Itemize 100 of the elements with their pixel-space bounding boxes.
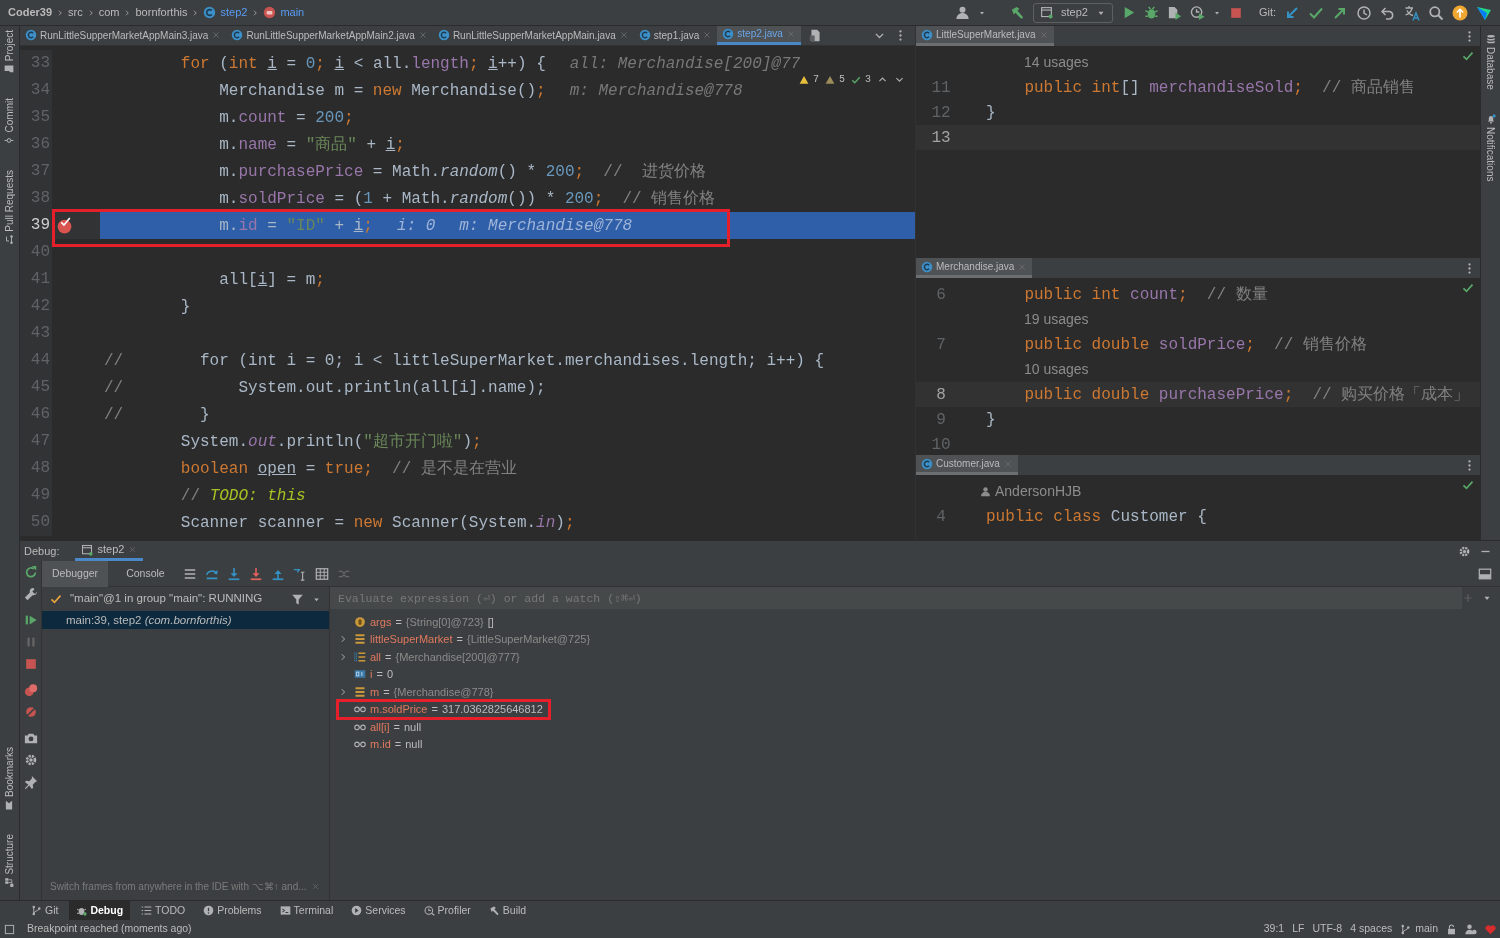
terminal-icon (279, 905, 291, 916)
camera-icon[interactable] (23, 731, 38, 745)
breadcrumb-link[interactable]: com (98, 4, 120, 21)
heart-icon[interactable] (1485, 923, 1496, 935)
breadcrumb-link[interactable]: step2 (220, 4, 248, 21)
tab[interactable]: Console (116, 560, 175, 587)
user-icon[interactable] (954, 5, 970, 20)
step-into-icon[interactable] (226, 566, 241, 581)
inspection-count[interactable]: 5 (824, 72, 845, 87)
menu-icon[interactable] (182, 566, 197, 581)
tool-window-tab[interactable]: Structure (2, 834, 17, 888)
breadcrumb-link[interactable]: Coder39 (8, 4, 53, 21)
tool-window-label: Database (1484, 47, 1497, 90)
update-icon[interactable] (1452, 4, 1468, 21)
variable-row[interactable]: m.soldPrice = 317.0362825646812 (338, 700, 549, 718)
tool-window-button[interactable]: Services (344, 901, 413, 920)
table-icon[interactable] (314, 566, 329, 581)
breakpoints-icon[interactable] (23, 683, 38, 697)
code-text: m.soldPrice = (1 + Math.random()) * 200; // 销售价格 (218, 188, 716, 210)
editor-tab[interactable]: LittleSuperMarket.java (916, 26, 1054, 46)
expand-icon[interactable] (338, 686, 348, 697)
branch-widget[interactable]: main (1400, 921, 1438, 937)
breadcrumb-link[interactable]: main (280, 4, 305, 21)
build-icon[interactable] (1009, 5, 1025, 20)
app-icon[interactable] (1476, 4, 1492, 21)
tab[interactable]: Debugger (42, 560, 109, 587)
resume-icon[interactable] (23, 613, 38, 627)
status-item[interactable]: UTF-8 (1312, 921, 1343, 937)
variable-row[interactable]: i = 0 (338, 665, 399, 683)
tool-window-button[interactable]: Debug (69, 901, 131, 920)
stack-frame[interactable]: main:39, step2 (com.bornforthis) (42, 611, 329, 629)
file-icon[interactable] (808, 29, 822, 42)
line-number: 9 (935, 409, 947, 431)
tool-window-tab[interactable]: Notifications (1483, 113, 1498, 182)
editor-tab[interactable]: RunLittleSupperMarketAppMain.java (432, 26, 634, 45)
pull-request-icon (4, 234, 15, 245)
tool-window-button[interactable]: Problems (196, 901, 269, 920)
usages-hint[interactable]: 19 usages (986, 309, 1089, 330)
variable-row[interactable]: all[i] = null (338, 718, 428, 736)
tool-window-button[interactable]: Profiler (416, 901, 478, 920)
commit-icon (4, 135, 15, 146)
usages-hint[interactable]: 14 usages (986, 52, 1089, 73)
status-item[interactable]: 39:1 (1263, 921, 1285, 937)
breadcrumb-link[interactable]: src (68, 4, 83, 21)
tool-window-tab[interactable]: Commit (2, 98, 17, 146)
variable-row[interactable]: m.id = null (338, 735, 429, 753)
variable-row[interactable]: m = {Merchandise@778} (338, 683, 500, 701)
editor-tab[interactable]: step2.java (717, 26, 801, 45)
tool-window-tab[interactable]: Bookmarks (2, 747, 17, 811)
tool-window-tab[interactable]: Project (2, 30, 17, 75)
tool-window-button[interactable]: Build (481, 901, 534, 920)
editor-tab[interactable]: Merchandise.java (916, 258, 1033, 278)
expand-icon[interactable] (338, 651, 348, 662)
breadcrumb-link[interactable]: bornforthis (135, 4, 188, 21)
coverage-icon[interactable] (1166, 5, 1182, 20)
inspection-count[interactable]: 7 (798, 72, 819, 87)
thread-dropdown[interactable]: "main"@1 in group "main": RUNNING (70, 590, 263, 608)
tool-window-button[interactable]: Git (24, 901, 66, 920)
update-project-icon[interactable] (1284, 4, 1300, 21)
wrench-icon[interactable] (23, 587, 38, 601)
code-text: public int[] merchandiseSold; // 商品销售 (1023, 77, 1415, 99)
layout-icon[interactable] (1478, 566, 1492, 581)
editor-tab[interactable]: RunLittleSupperMarketAppMain2.java (226, 26, 433, 45)
breakpoint-icon[interactable] (56, 217, 73, 234)
stop-icon[interactable] (1228, 5, 1243, 20)
panel-toggle-icon[interactable] (4, 923, 15, 935)
lock-icon[interactable] (1446, 923, 1457, 935)
status-item[interactable]: 4 spaces (1350, 921, 1393, 937)
force-step-into-icon[interactable] (248, 566, 263, 581)
editor-tab[interactable]: RunLittleSupperMarketAppMain3.java (20, 26, 227, 45)
tool-window-tab[interactable]: Pull Requests (2, 169, 17, 245)
settings-icon[interactable] (1458, 544, 1471, 558)
search-icon[interactable] (1428, 4, 1444, 21)
code-text: System.out.println("超市开门啦"); (179, 431, 482, 453)
variable-row[interactable]: littleSuperMarket = {LittleSuperMarket@725} (338, 630, 597, 648)
variable-row[interactable]: args = {String[0]@723} [] (338, 613, 500, 631)
rerun-icon[interactable] (23, 565, 38, 579)
mute-breakpoints-icon[interactable] (23, 705, 38, 719)
run-to-cursor-icon[interactable] (292, 566, 307, 581)
history-icon[interactable] (1356, 4, 1372, 21)
run-config-dropdown[interactable]: step2 (1032, 2, 1113, 23)
filter-icon[interactable] (291, 592, 304, 606)
inspection-count[interactable]: 3 (851, 72, 871, 87)
variable-row[interactable]: all = {Merchandise[200]@777} (338, 648, 526, 666)
pin-icon[interactable] (23, 775, 38, 789)
status-item[interactable]: LF (1292, 921, 1305, 937)
usages-hint[interactable]: 10 usages (986, 359, 1089, 380)
tool-window-button[interactable]: Terminal (272, 901, 341, 920)
tool-window-button[interactable]: TODO (134, 901, 193, 920)
editor-tab[interactable]: Customer.java (916, 455, 1018, 475)
user-icon[interactable] (1465, 923, 1477, 935)
author-hint[interactable]: AndersonHJB (995, 481, 1082, 502)
translate-icon[interactable] (1404, 4, 1420, 21)
debug-icon[interactable] (1143, 5, 1159, 20)
settings-icon[interactable] (23, 753, 38, 767)
stop-icon[interactable] (23, 657, 38, 671)
expand-icon[interactable] (338, 634, 348, 645)
profile-icon[interactable] (1189, 5, 1205, 20)
editor-tab[interactable]: step1.java (633, 26, 718, 45)
tool-window-tab[interactable]: Database (1483, 34, 1498, 90)
